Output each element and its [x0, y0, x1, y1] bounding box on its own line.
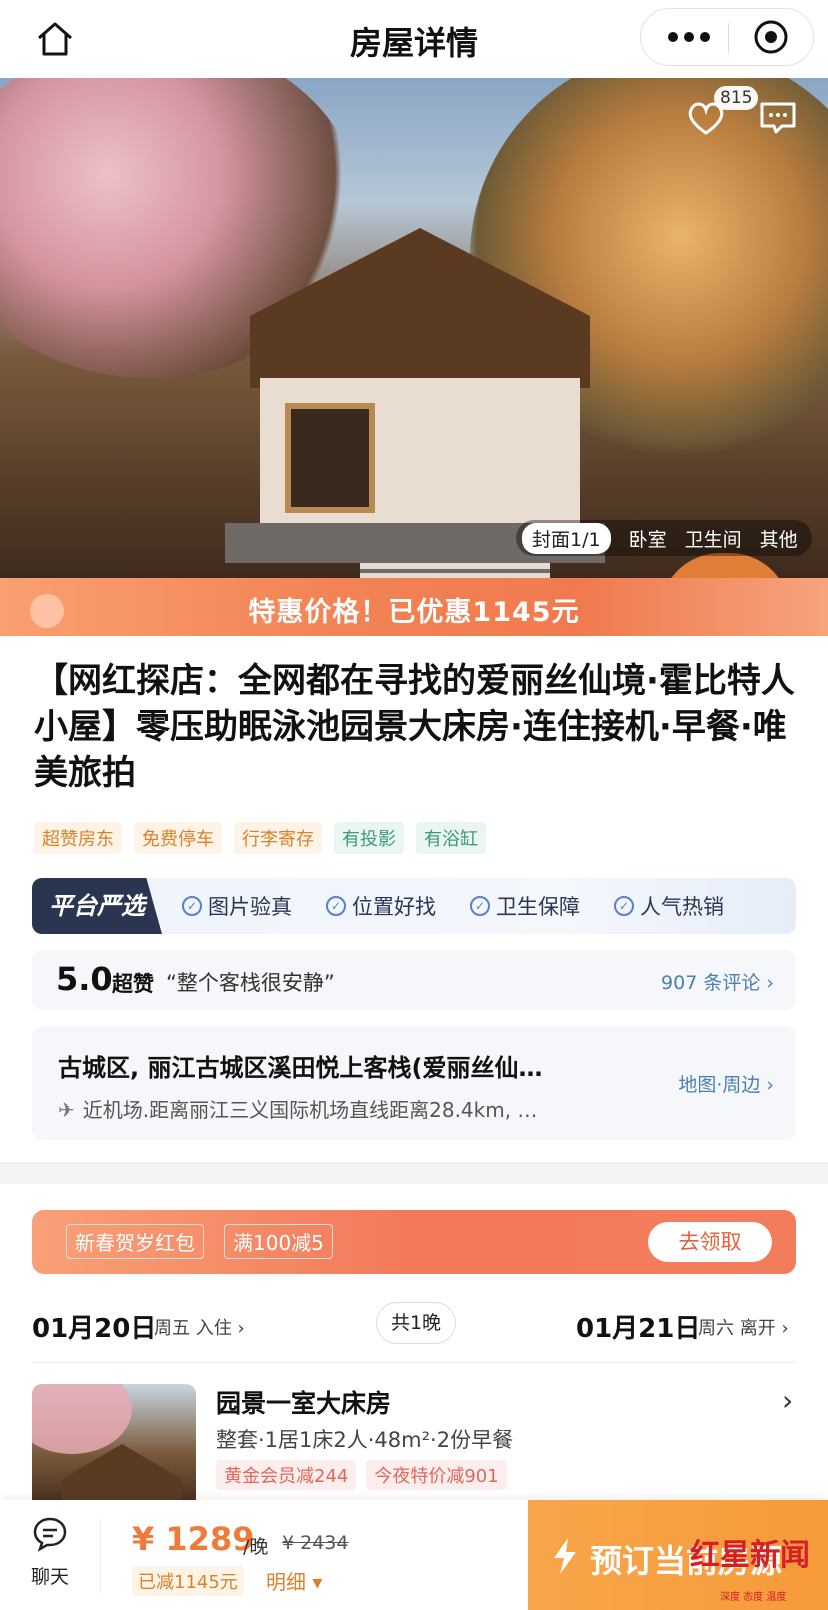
- rating-summary[interactable]: 5.0 超赞 “整个客栈很安静” 907 条评论 ›: [32, 950, 796, 1010]
- coupon-name: 新春贺岁红包: [66, 1224, 204, 1259]
- discount-tag-member: 黄金会员减244: [216, 1460, 357, 1490]
- original-price: ¥ 2434: [282, 1532, 349, 1554]
- check-circle-icon: ✓: [470, 896, 490, 916]
- bar-divider: [100, 1518, 101, 1594]
- current-price: ¥ 1289: [132, 1520, 255, 1558]
- section-divider: [0, 1162, 828, 1184]
- platform-guarantees: ✓ 图片验真 ✓ 位置好找 ✓ 卫生保障 ✓ 人气热销: [182, 878, 724, 934]
- guarantee-hygiene: ✓ 卫生保障: [470, 891, 580, 921]
- tab-other[interactable]: 其他: [760, 525, 798, 552]
- favorite-count-badge: 815: [714, 86, 759, 110]
- guarantee-label: 位置好找: [352, 895, 436, 919]
- tab-bedroom[interactable]: 卧室: [629, 525, 667, 552]
- chevron-right-icon[interactable]: ›: [782, 1384, 793, 1417]
- review-quote: “整个客栈很安静”: [166, 971, 335, 995]
- tag-superhost: 超赞房东: [34, 822, 122, 854]
- message-icon: [760, 102, 796, 134]
- feature-tags: 超赞房东 免费停车 行李寄存 有投影 有浴缸: [34, 822, 486, 854]
- miniprogram-capsule: [640, 8, 814, 66]
- location-distance: ✈ 近机场.距离丽江三义国际机场直线距离28.4km, …: [58, 1094, 638, 1123]
- saved-amount-badge: 已减1145元: [132, 1566, 244, 1596]
- room-discount-tags: 黄金会员减244 今夜特价减901: [216, 1460, 507, 1490]
- platform-select-logo: 平台严选: [32, 878, 162, 934]
- check-circle-icon: ✓: [614, 896, 634, 916]
- checkin-date[interactable]: 01月20日: [32, 1308, 156, 1345]
- lightning-icon: [554, 1538, 576, 1574]
- news-watermark-logo: 红星新闻: [690, 1538, 810, 1573]
- lattice-wall-graphic: [360, 563, 550, 578]
- capsule-divider: [728, 23, 729, 53]
- dates-divider: [32, 1362, 796, 1363]
- chat-label: 聊天: [30, 1566, 69, 1588]
- thumb-blossom-graphic: [32, 1384, 132, 1454]
- checkout-date[interactable]: 01月21日: [576, 1308, 700, 1345]
- house-window-graphic: [285, 403, 375, 513]
- coupon-banner[interactable]: 新春贺岁红包 满100减5 去领取: [32, 1210, 796, 1274]
- discount-banner: 特惠价格！已优惠1145元: [0, 578, 828, 636]
- tag-projector: 有投影: [334, 822, 404, 854]
- room-name[interactable]: 园景一室大床房: [216, 1384, 391, 1420]
- map-nearby-link[interactable]: 地图·周边 ›: [678, 1070, 774, 1097]
- price-detail-toggle[interactable]: 明细 ▾: [266, 1566, 322, 1595]
- guarantee-label: 图片验真: [208, 895, 292, 919]
- check-circle-icon: ✓: [182, 896, 202, 916]
- location-name: 古城区, 丽江古城区溪田悦上客栈(爱丽丝仙…: [58, 1054, 543, 1082]
- guarantee-popular: ✓ 人气热销: [614, 891, 724, 921]
- airplane-icon: ✈: [58, 1098, 75, 1122]
- tag-bathtub: 有浴缸: [416, 822, 486, 854]
- date-selector: 01月20日 周五 入住 › 共1晚 01月21日 周六 离开 ›: [32, 1294, 796, 1363]
- more-button[interactable]: [659, 19, 719, 55]
- platform-select-banner[interactable]: 平台严选 ✓ 图片验真 ✓ 位置好找 ✓ 卫生保障 ✓ 人气热销: [32, 878, 796, 934]
- guarantee-label: 卫生保障: [496, 895, 580, 919]
- chat-bubble-icon: [33, 1517, 67, 1552]
- checkout-label[interactable]: 周六 离开 ›: [698, 1314, 789, 1340]
- check-circle-icon: ✓: [326, 896, 346, 916]
- nights-count: 共1晚: [376, 1302, 456, 1344]
- tab-bathroom[interactable]: 卫生间: [685, 525, 742, 552]
- discount-tag-tonight: 今夜特价减901: [366, 1460, 507, 1490]
- rating-score: 5.0: [56, 960, 113, 998]
- bear-mascot: [660, 553, 790, 578]
- header-bar: 房屋详情: [0, 0, 828, 78]
- hero-image[interactable]: [0, 78, 828, 578]
- more-dots-icon: [668, 32, 710, 42]
- location-card[interactable]: 古城区, 丽江古城区溪田悦上客栈(爱丽丝仙… ✈ 近机场.距离丽江三义国际机场直线…: [32, 1026, 796, 1140]
- discount-text: 特惠价格！已优惠1145元: [248, 597, 580, 628]
- checkin-label[interactable]: 周五 入住 ›: [154, 1314, 245, 1340]
- distance-text: 近机场.距离丽江三义国际机场直线距离28.4km, …: [82, 1098, 538, 1122]
- chat-button[interactable]: 聊天: [18, 1516, 82, 1596]
- coupon-rule: 满100减5: [224, 1224, 333, 1259]
- listing-title: 【网红探店：全网都在寻找的爱丽丝仙境·霍比特人小屋】零压助眠泳池园景大床房·连住…: [34, 661, 795, 793]
- tag-free-parking: 免费停车: [134, 822, 222, 854]
- per-night-label: /晚: [243, 1536, 269, 1558]
- watermark-slogan: 深度 态度 温度: [720, 1592, 787, 1603]
- guarantee-easy-location: ✓ 位置好找: [326, 891, 436, 921]
- room-thumbnail[interactable]: [32, 1384, 196, 1510]
- guarantee-photo-verified: ✓ 图片验真: [182, 891, 292, 921]
- guarantee-label: 人气热销: [640, 895, 724, 919]
- reviews-link[interactable]: 907 条评论 ›: [661, 968, 774, 995]
- image-category-tabs: 封面1/1 卧室 卫生间 其他: [516, 520, 812, 556]
- room-spec: 整套·1居1床2人·48m²·2份早餐: [216, 1428, 514, 1452]
- message-button[interactable]: [758, 100, 798, 136]
- target-close-icon: [754, 20, 788, 54]
- rating-level: 超赞: [112, 972, 154, 996]
- claim-coupon-button[interactable]: 去领取: [648, 1222, 772, 1262]
- tab-cover[interactable]: 封面1/1: [522, 522, 611, 554]
- close-button[interactable]: [741, 19, 801, 55]
- tag-luggage: 行李寄存: [234, 822, 322, 854]
